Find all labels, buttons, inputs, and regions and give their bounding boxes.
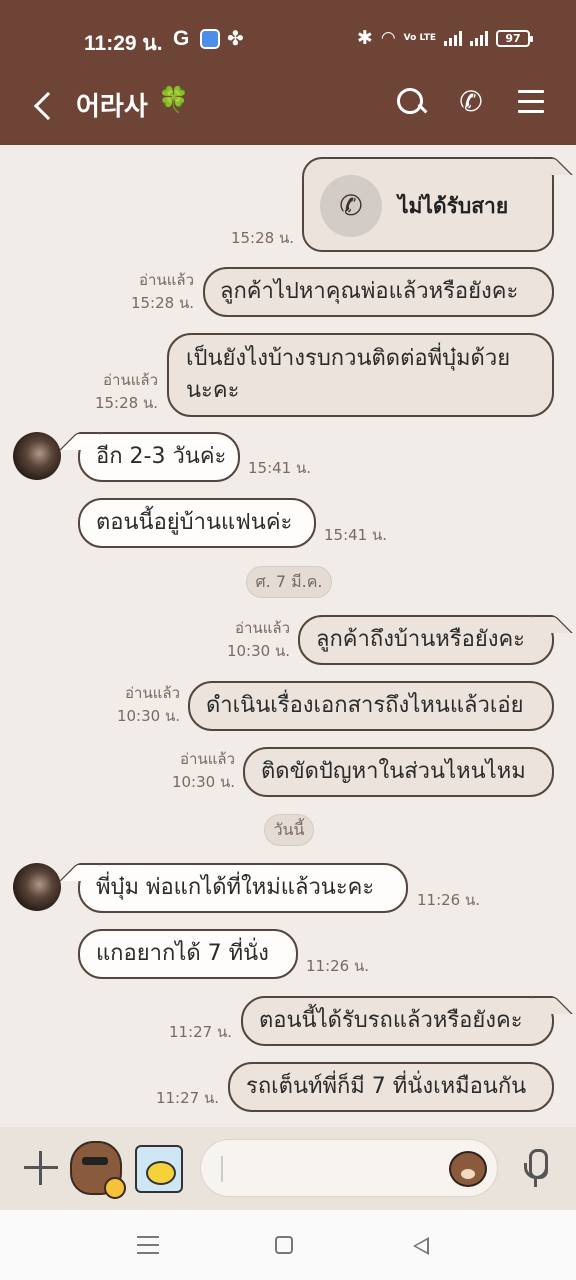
- signal-icon-2: [470, 30, 488, 46]
- message-time: 10:30 น.: [171, 773, 235, 791]
- avatar[interactable]: [13, 432, 61, 480]
- message-text: รถเต็นท์พี่ก็มี 7 ที่นั่งเหมือนกัน: [246, 1074, 527, 1099]
- read-receipt: อ่านแล้ว: [235, 619, 290, 637]
- plus-icon[interactable]: [24, 1151, 58, 1185]
- message-bubble-out[interactable]: เป็นยังไงบ้างรบกวนติดต่อพี่บุ๋มด้วย นะคะ: [167, 333, 554, 417]
- message-bubble-in[interactable]: พี่บุ๋ม พ่อแกได้ที่ใหม่แล้วนะคะ: [78, 863, 408, 913]
- back-nav-icon[interactable]: [413, 1237, 429, 1255]
- message-time: 10:30 น.: [116, 707, 180, 725]
- message-text: พี่บุ๋ม พ่อแกได้ที่ใหม่แล้วนะคะ: [96, 875, 375, 900]
- message-bubble-out[interactable]: ลูกค้าถึงบ้านหรือยังคะ: [298, 615, 554, 665]
- message-time: 15:28 น.: [130, 294, 194, 312]
- photo-sticker-icon[interactable]: [135, 1145, 183, 1193]
- message-time: 10:30 น.: [226, 642, 290, 660]
- signal-icon: [444, 30, 462, 46]
- clover-icon: 🍀: [158, 85, 190, 114]
- message-text: ตอนนี้ได้รับรถแล้วหรือยังคะ: [259, 1008, 523, 1033]
- missed-call-text: ไม่ได้รับสาย: [398, 194, 509, 218]
- message-text-line-2: นะคะ: [186, 378, 240, 403]
- status-time: 11:29 น.: [84, 32, 163, 55]
- battery-icon: 97: [496, 29, 533, 47]
- text-caret: [221, 1156, 223, 1182]
- avatar[interactable]: [13, 863, 61, 911]
- bluetooth-icon: ✱: [356, 27, 373, 49]
- message-bubble-in[interactable]: อีก 2-3 วันค่ะ: [78, 432, 240, 482]
- status-bar: 11:29 น. G ✤ ✱ ◠ Vo LTE 97: [0, 0, 576, 76]
- message-text-line-1: เป็นยังไงบ้างรบกวนติดต่อพี่บุ๋มด้วย: [186, 346, 511, 371]
- app-notification-icon: [200, 29, 220, 49]
- message-bubble-in[interactable]: ตอนนี้อยู่บ้านแฟนค่ะ: [78, 498, 316, 548]
- volte-icon: Vo LTE: [403, 32, 436, 43]
- message-text: ติดขัดปัญหาในส่วนไหนไหม: [261, 759, 526, 784]
- emoji-icon[interactable]: [449, 1151, 487, 1187]
- message-time: 15:28 น.: [94, 394, 158, 412]
- read-receipt: อ่านแล้ว: [103, 371, 158, 389]
- chat-area[interactable]: ✆ ไม่ได้รับสาย 15:28 น. อ่านแล้ว 15:28 น…: [0, 145, 576, 1127]
- message-bubble-out[interactable]: ติดขัดปัญหาในส่วนไหนไหม: [243, 747, 554, 797]
- date-separator: ศ. 7 มี.ค.: [246, 566, 332, 598]
- message-time: 15:41 น.: [248, 459, 312, 477]
- message-bubble-out[interactable]: รถเต็นท์พี่ก็มี 7 ที่นั่งเหมือนกัน: [228, 1062, 554, 1112]
- phone-icon: ✆: [320, 175, 382, 237]
- back-button[interactable]: [28, 84, 58, 124]
- read-receipt: อ่านแล้ว: [125, 684, 180, 702]
- status-icons: ✱ ◠ Vo LTE 97: [356, 27, 533, 49]
- message-time: 15:28 น.: [230, 229, 294, 247]
- missed-call-bubble[interactable]: ✆ ไม่ได้รับสาย: [302, 157, 554, 252]
- message-time: 11:27 น.: [155, 1089, 219, 1107]
- message-time: 15:41 น.: [324, 526, 388, 544]
- chat-header: 어라사 🍀 ✆: [0, 76, 576, 145]
- sticker-icon[interactable]: [70, 1141, 126, 1199]
- message-text: แกอยากได้ 7 ที่นั่ง: [96, 941, 269, 966]
- message-bubble-in[interactable]: แกอยากได้ 7 ที่นั่ง: [78, 929, 298, 979]
- message-text: ลูกค้าไปหาคุณพ่อแล้วหรือยังคะ: [220, 279, 519, 304]
- message-text: อีก 2-3 วันค่ะ: [96, 444, 227, 469]
- date-separator: วันนี้: [264, 814, 314, 846]
- message-text: ตอนนี้อยู่บ้านแฟนค่ะ: [96, 510, 293, 535]
- home-icon[interactable]: [275, 1236, 293, 1254]
- fan-icon: ✤: [227, 26, 244, 50]
- search-icon[interactable]: [393, 84, 429, 120]
- message-text: ลูกค้าถึงบ้านหรือยังคะ: [316, 627, 525, 652]
- wifi-icon: ◠: [380, 28, 396, 48]
- read-receipt: อ่านแล้ว: [180, 750, 235, 768]
- message-bubble-out[interactable]: ตอนนี้ได้รับรถแล้วหรือยังคะ: [241, 996, 554, 1046]
- message-bubble-out[interactable]: ดำเนินเรื่องเอกสารถึงไหนแล้วเอ่ย: [188, 681, 554, 731]
- message-time: 11:27 น.: [168, 1023, 232, 1041]
- recents-icon[interactable]: [137, 1235, 159, 1255]
- message-time: 11:26 น.: [417, 891, 481, 909]
- google-icon: G: [173, 27, 190, 50]
- message-time: 11:26 น.: [306, 957, 370, 975]
- microphone-icon[interactable]: [522, 1149, 550, 1189]
- message-bubble-out[interactable]: ลูกค้าไปหาคุณพ่อแล้วหรือยังคะ: [203, 267, 554, 317]
- read-receipt: อ่านแล้ว: [139, 271, 194, 289]
- phone-icon[interactable]: ✆: [453, 84, 489, 120]
- input-bar: [0, 1127, 576, 1210]
- top-bar: 11:29 น. G ✤ ✱ ◠ Vo LTE 97 어라사 🍀 ✆: [0, 0, 576, 145]
- chat-title[interactable]: 어라사: [76, 86, 148, 123]
- system-nav-bar: [0, 1210, 576, 1280]
- menu-icon[interactable]: [515, 84, 551, 120]
- message-text: ดำเนินเรื่องเอกสารถึงไหนแล้วเอ่ย: [206, 693, 524, 718]
